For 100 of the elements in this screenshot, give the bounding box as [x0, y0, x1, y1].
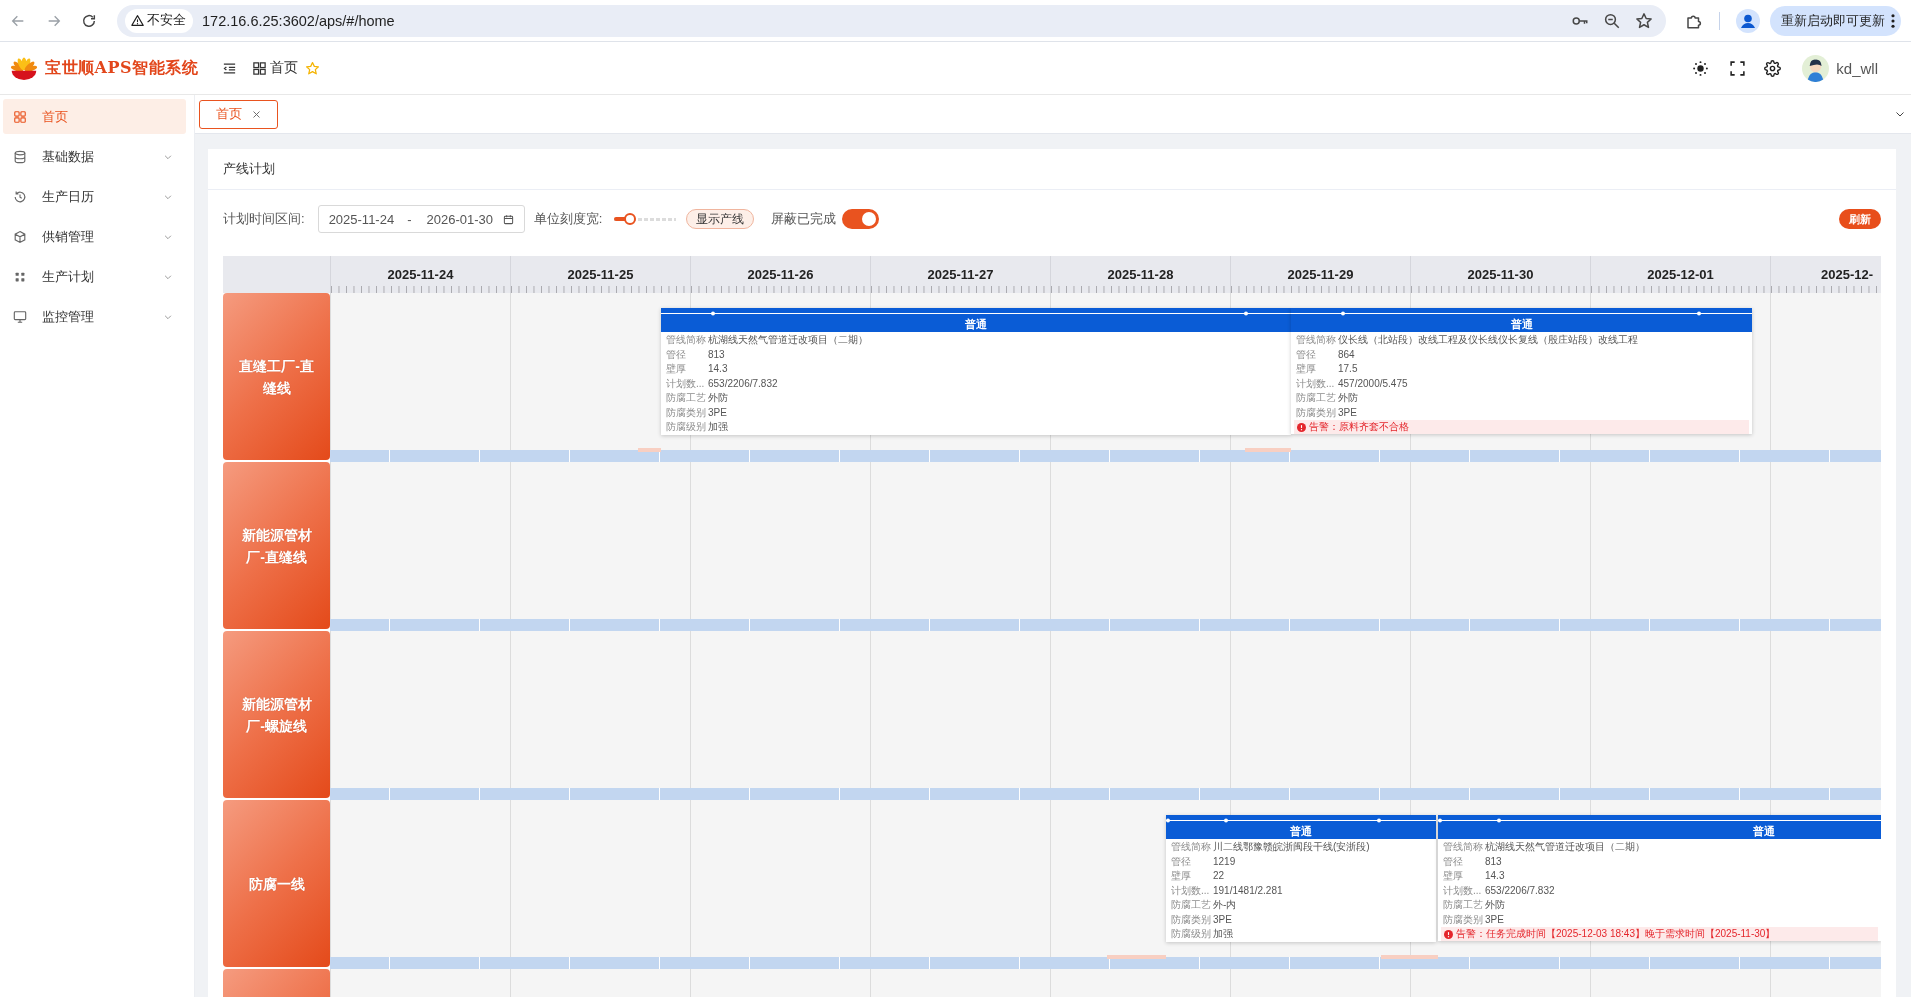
field-label: 防腐级别 — [666, 420, 707, 434]
field-value: 813 — [1485, 854, 1502, 869]
tab[interactable]: 首页 — [199, 99, 278, 129]
field-value: 653/2206/7.832 — [708, 376, 778, 391]
field-value: 14.3 — [1485, 869, 1505, 883]
date-header-cell: 2025-11-24 — [330, 256, 510, 293]
task-type-label: 普通 — [1510, 318, 1533, 330]
field-value: 22 — [1213, 869, 1225, 883]
alert-text: 告警：原料齐套不合格 — [1309, 420, 1409, 434]
task-type-label: 普通 — [1290, 825, 1312, 837]
sun-icon[interactable] — [1692, 59, 1710, 77]
field-value: 864 — [1338, 347, 1355, 362]
field-label: 壁厚 — [1171, 869, 1192, 883]
toggle-label: 屏蔽已完成 — [771, 210, 837, 228]
date-header-cell: 2025-11-28 — [1050, 256, 1230, 293]
gap-marker — [638, 448, 661, 452]
field-value: 仪长线（北站段）改线工程及仪长线仪长复线（殷庄站段）改线工程 — [1338, 333, 1638, 347]
gap-marker — [1381, 955, 1438, 959]
field-label: 防腐工艺 — [1443, 898, 1484, 912]
sidebar-item[interactable]: 监控管理 — [3, 299, 186, 334]
field-value: 457/2000/5.475 — [1338, 376, 1408, 391]
start-date: 2025-11-24 — [328, 211, 395, 227]
date-header-cell: 2025-11-27 — [870, 256, 1050, 293]
field-label: 壁厚 — [1296, 362, 1317, 376]
toggle-switch[interactable] — [842, 209, 880, 229]
task-type-label: 普通 — [1753, 825, 1775, 837]
field-value: 3PE — [1485, 912, 1504, 927]
field-label: 管径 — [1296, 347, 1317, 362]
star-icon[interactable] — [1635, 11, 1653, 30]
line-name-cell: 防腐一线 — [223, 800, 330, 967]
sidebar-item[interactable]: 生产日历 — [3, 179, 186, 214]
field-label: 管线简称 — [666, 333, 707, 347]
field-value: 14.3 — [708, 362, 728, 376]
field-value: 川二线鄂豫赣皖浙闽段干线(安浙段) — [1213, 840, 1370, 854]
task-card[interactable]: 普通 管线简称 川二线鄂豫赣皖浙闽段干线(安浙段) 管径 1219 壁厚 22 计划数... 191/1481/2.281 防腐工艺 外-内 防腐类别 3PE 防腐级别 加强 — [1166, 815, 1436, 942]
field-label: 防腐工艺 — [666, 391, 707, 405]
update-button[interactable]: 重新启动即可更新 — [1770, 5, 1901, 36]
star-icon[interactable] — [305, 60, 320, 76]
date-header-cell: 2025-12-01 — [1590, 256, 1770, 293]
task-card[interactable]: 普通 管线简称 仪长线（北站段）改线工程及仪长线仪长复线（殷庄站段）改线工程 管径 864 壁厚 17.5 计划数... 457/2000/5.475 防腐工艺 外防 防腐类别 3PE 告警：原料齐套不合格 — [1291, 308, 1752, 434]
sidebar-item[interactable]: 供销管理 — [3, 219, 186, 254]
field-label: 计划数... — [1171, 883, 1211, 898]
field-label: 防腐工艺 — [1171, 898, 1212, 912]
field-label: 防腐类别 — [1171, 912, 1212, 927]
close-icon[interactable] — [252, 109, 261, 119]
address-bar[interactable]: 不安全 172.16.6.25:3602/aps/#/home — [117, 4, 1666, 37]
field-label: 管线简称 — [1443, 840, 1484, 854]
task-card[interactable]: 普通 管线简称 杭湖线天然气管道迁改项目（二期） 管径 813 壁厚 14.3 计划数... 653/2206/7.832 防腐工艺 外防 防腐类别 3PE 防腐级别 加强 — [661, 308, 1291, 435]
database-icon — [13, 149, 27, 164]
field-value: 17.5 — [1338, 362, 1358, 376]
end-date: 2026-01-30 — [426, 211, 493, 227]
field-value: 3PE — [708, 405, 727, 420]
refresh-button[interactable]: 刷新 — [1839, 209, 1881, 229]
url-text: 172.16.6.25:3602/aps/#/home — [202, 12, 395, 29]
field-value: 3PE — [1213, 912, 1232, 927]
field-label: 管线简称 — [1296, 333, 1337, 347]
date-header-cell: 2025-11-29 — [1230, 256, 1410, 293]
alert-text: 告警：任务完成时间【2025-12-03 18:43】晚于需求时间【2025-11-30】 — [1456, 927, 1776, 941]
field-label: 计划数... — [666, 376, 706, 391]
menu-fold-icon[interactable] — [222, 60, 237, 76]
line-name-cell: 新能源管材厂-螺旋线 — [223, 631, 330, 798]
field-label: 计划数... — [1296, 376, 1336, 391]
date-range-picker[interactable]: 2025-11-24 - 2026-01-30 — [317, 205, 525, 233]
slider-thumb[interactable] — [624, 213, 637, 225]
security-chip[interactable]: 不安全 — [125, 8, 193, 33]
field-value: 加强 — [1213, 927, 1233, 941]
grid-icon — [13, 109, 27, 124]
field-label: 计划数... — [1443, 883, 1483, 898]
field-value: 杭湖线天然气管道迁改项目（二期） — [708, 333, 868, 347]
field-value: 外防 — [708, 391, 728, 405]
sidebar-item[interactable]: 基础数据 — [3, 139, 186, 174]
date-header-cell: 2025-11-26 — [690, 256, 870, 293]
task-card[interactable]: 普通 管线简称 杭湖线天然气管道迁改项目（二期） 管径 813 壁厚 14.3 计划数... 653/2206/7.832 防腐工艺 外防 防腐类别 3PE 告警：任务完成时间【2025-12-03 18:43】晚于需求时间【2025-11-30】 — [1438, 815, 1881, 941]
task-type-label: 普通 — [965, 318, 987, 330]
username[interactable]: kd_wll — [1836, 59, 1878, 77]
zoom-out-icon[interactable] — [1603, 11, 1621, 30]
show-lines-button[interactable]: 显示产线 — [686, 209, 755, 229]
logo-icon — [10, 55, 38, 81]
error-icon — [1444, 929, 1453, 939]
reload-icon[interactable] — [81, 12, 97, 29]
settings-icon[interactable] — [1764, 59, 1782, 77]
field-label: 管径 — [1443, 854, 1464, 869]
field-value: 653/2206/7.832 — [1485, 883, 1555, 898]
range-separator: - — [407, 211, 412, 227]
warning-icon — [131, 14, 144, 27]
fullscreen-icon[interactable] — [1729, 59, 1747, 77]
more-icon — [1891, 13, 1895, 28]
line-name-cell: 新能源管材厂-直缝线 — [223, 462, 330, 629]
profile-icon[interactable] — [1736, 8, 1760, 33]
grid-icon — [252, 60, 267, 76]
field-label: 管径 — [1171, 854, 1192, 869]
field-label: 壁厚 — [1443, 869, 1464, 883]
cube-icon — [13, 229, 27, 244]
field-value: 1219 — [1213, 854, 1236, 869]
avatar-icon[interactable] — [1802, 54, 1830, 82]
field-label: 管径 — [666, 347, 687, 362]
sidebar-item[interactable]: 生产计划 — [3, 259, 186, 294]
date-header-cell: 2025-11-30 — [1410, 256, 1590, 293]
scale-slider[interactable] — [614, 212, 677, 226]
field-label: 防腐类别 — [1443, 912, 1484, 927]
